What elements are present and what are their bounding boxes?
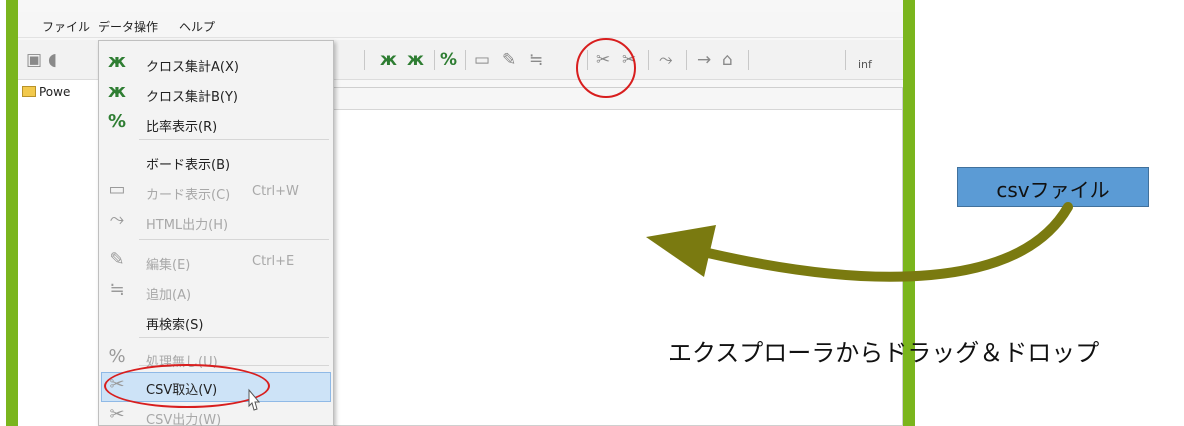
toolbar-separator — [465, 50, 466, 70]
image-icon[interactable]: ▣ — [26, 49, 42, 71]
toolbar-separator — [364, 50, 365, 70]
menu-item-label: CSV出力(W) — [146, 413, 222, 426]
menu-item[interactable]: 再検索(S) — [99, 307, 333, 337]
menu-data-operations[interactable]: データ操作 — [96, 18, 160, 35]
edit-icon[interactable]: ✎ — [502, 49, 516, 71]
add-icon[interactable]: ≒ — [529, 49, 543, 71]
html-output-icon[interactable]: ⤳ — [659, 49, 673, 71]
menu-file[interactable]: ファイル — [42, 18, 90, 35]
ratio-icon[interactable]: % — [440, 49, 457, 71]
inf-button[interactable]: inf — [858, 54, 872, 76]
card-icon: ▭ — [108, 179, 126, 200]
menu-item-shortcut: Ctrl+E — [252, 254, 295, 269]
menu-item[interactable]: ボード表示(B) — [99, 147, 333, 177]
edit-icon: ✎ — [109, 249, 125, 270]
add-icon: ≒ — [109, 279, 125, 300]
menu-help[interactable]: ヘルプ — [179, 18, 215, 35]
menu-item-label: 追加(A) — [146, 288, 192, 303]
toolbar-separator — [748, 50, 749, 70]
menu-item-label: HTML出力(H) — [146, 218, 229, 233]
menu-item-label: クロス集計A(X) — [146, 60, 239, 75]
cross-tab-a-icon: ж — [108, 51, 126, 72]
drag-drop-caption: エクスプローラからドラッグ＆ドロップ — [668, 339, 1100, 367]
drag-arrow-icon — [646, 202, 1073, 282]
layout-icon[interactable]: ⌂ — [722, 49, 733, 71]
menu-bar: ファイル データ操作 ヘルプ — [18, 12, 903, 38]
menu-item[interactable]: ж クロス集計B(Y) — [99, 79, 333, 109]
menu-item[interactable]: % 比率表示(R) — [99, 109, 333, 139]
menu-item-label: 比率表示(R) — [146, 120, 218, 135]
toolbar-separator — [648, 50, 649, 70]
menu-item-shortcut: Ctrl+W — [252, 184, 299, 199]
menu-item[interactable]: ⤳ HTML出力(H) — [99, 207, 333, 237]
folder-icon — [22, 86, 36, 97]
menu-item[interactable]: ▭ カード表示(C) Ctrl+W — [99, 177, 333, 207]
mouse-pointer-icon — [248, 388, 261, 411]
no-process-icon: % — [108, 346, 126, 367]
menu-separator — [139, 337, 329, 338]
cross-tab-a-icon[interactable]: ж — [380, 49, 397, 71]
toolbar-icon[interactable]: ◖ — [48, 49, 57, 71]
ratio-icon: % — [107, 111, 127, 132]
html-output-icon: ⤳ — [109, 209, 125, 230]
card-icon[interactable]: ▭ — [474, 49, 490, 71]
toolbar-highlight-circle — [576, 38, 636, 98]
move-icon[interactable]: → — [697, 49, 711, 71]
tree-root-item[interactable]: Powe — [22, 85, 70, 99]
csv-export-icon: ✂ — [109, 404, 125, 425]
tree-root-label: Powe — [39, 85, 71, 99]
menu-item-label: カード表示(C) — [146, 188, 231, 203]
menu-item-label: ボード表示(B) — [146, 158, 231, 173]
cross-tab-b-icon: ж — [108, 81, 126, 102]
menu-item[interactable]: ж クロス集計A(X) — [99, 49, 333, 79]
toolbar-separator — [434, 50, 435, 70]
menu-item-label: 再検索(S) — [146, 318, 204, 333]
menu-separator — [139, 239, 329, 240]
menu-item-label: 編集(E) — [146, 258, 191, 273]
toolbar-separator — [845, 50, 846, 70]
menu-item-label: クロス集計B(Y) — [146, 90, 239, 105]
screenshot-stage: ファイル データ操作 ヘルプ ▣ ◖ ж ж % ▭ ✎ ≒ ✂ ✂ ⤳ → ⌂ — [0, 0, 1184, 426]
cross-tab-b-icon[interactable]: ж — [407, 49, 424, 71]
menu-item[interactable]: ≒ 追加(A) — [99, 277, 333, 307]
menu-item[interactable]: ✎ 編集(E) Ctrl+E — [99, 247, 333, 277]
toolbar-separator — [686, 50, 687, 70]
window-border-left — [6, 0, 18, 426]
menu-separator — [139, 139, 329, 140]
